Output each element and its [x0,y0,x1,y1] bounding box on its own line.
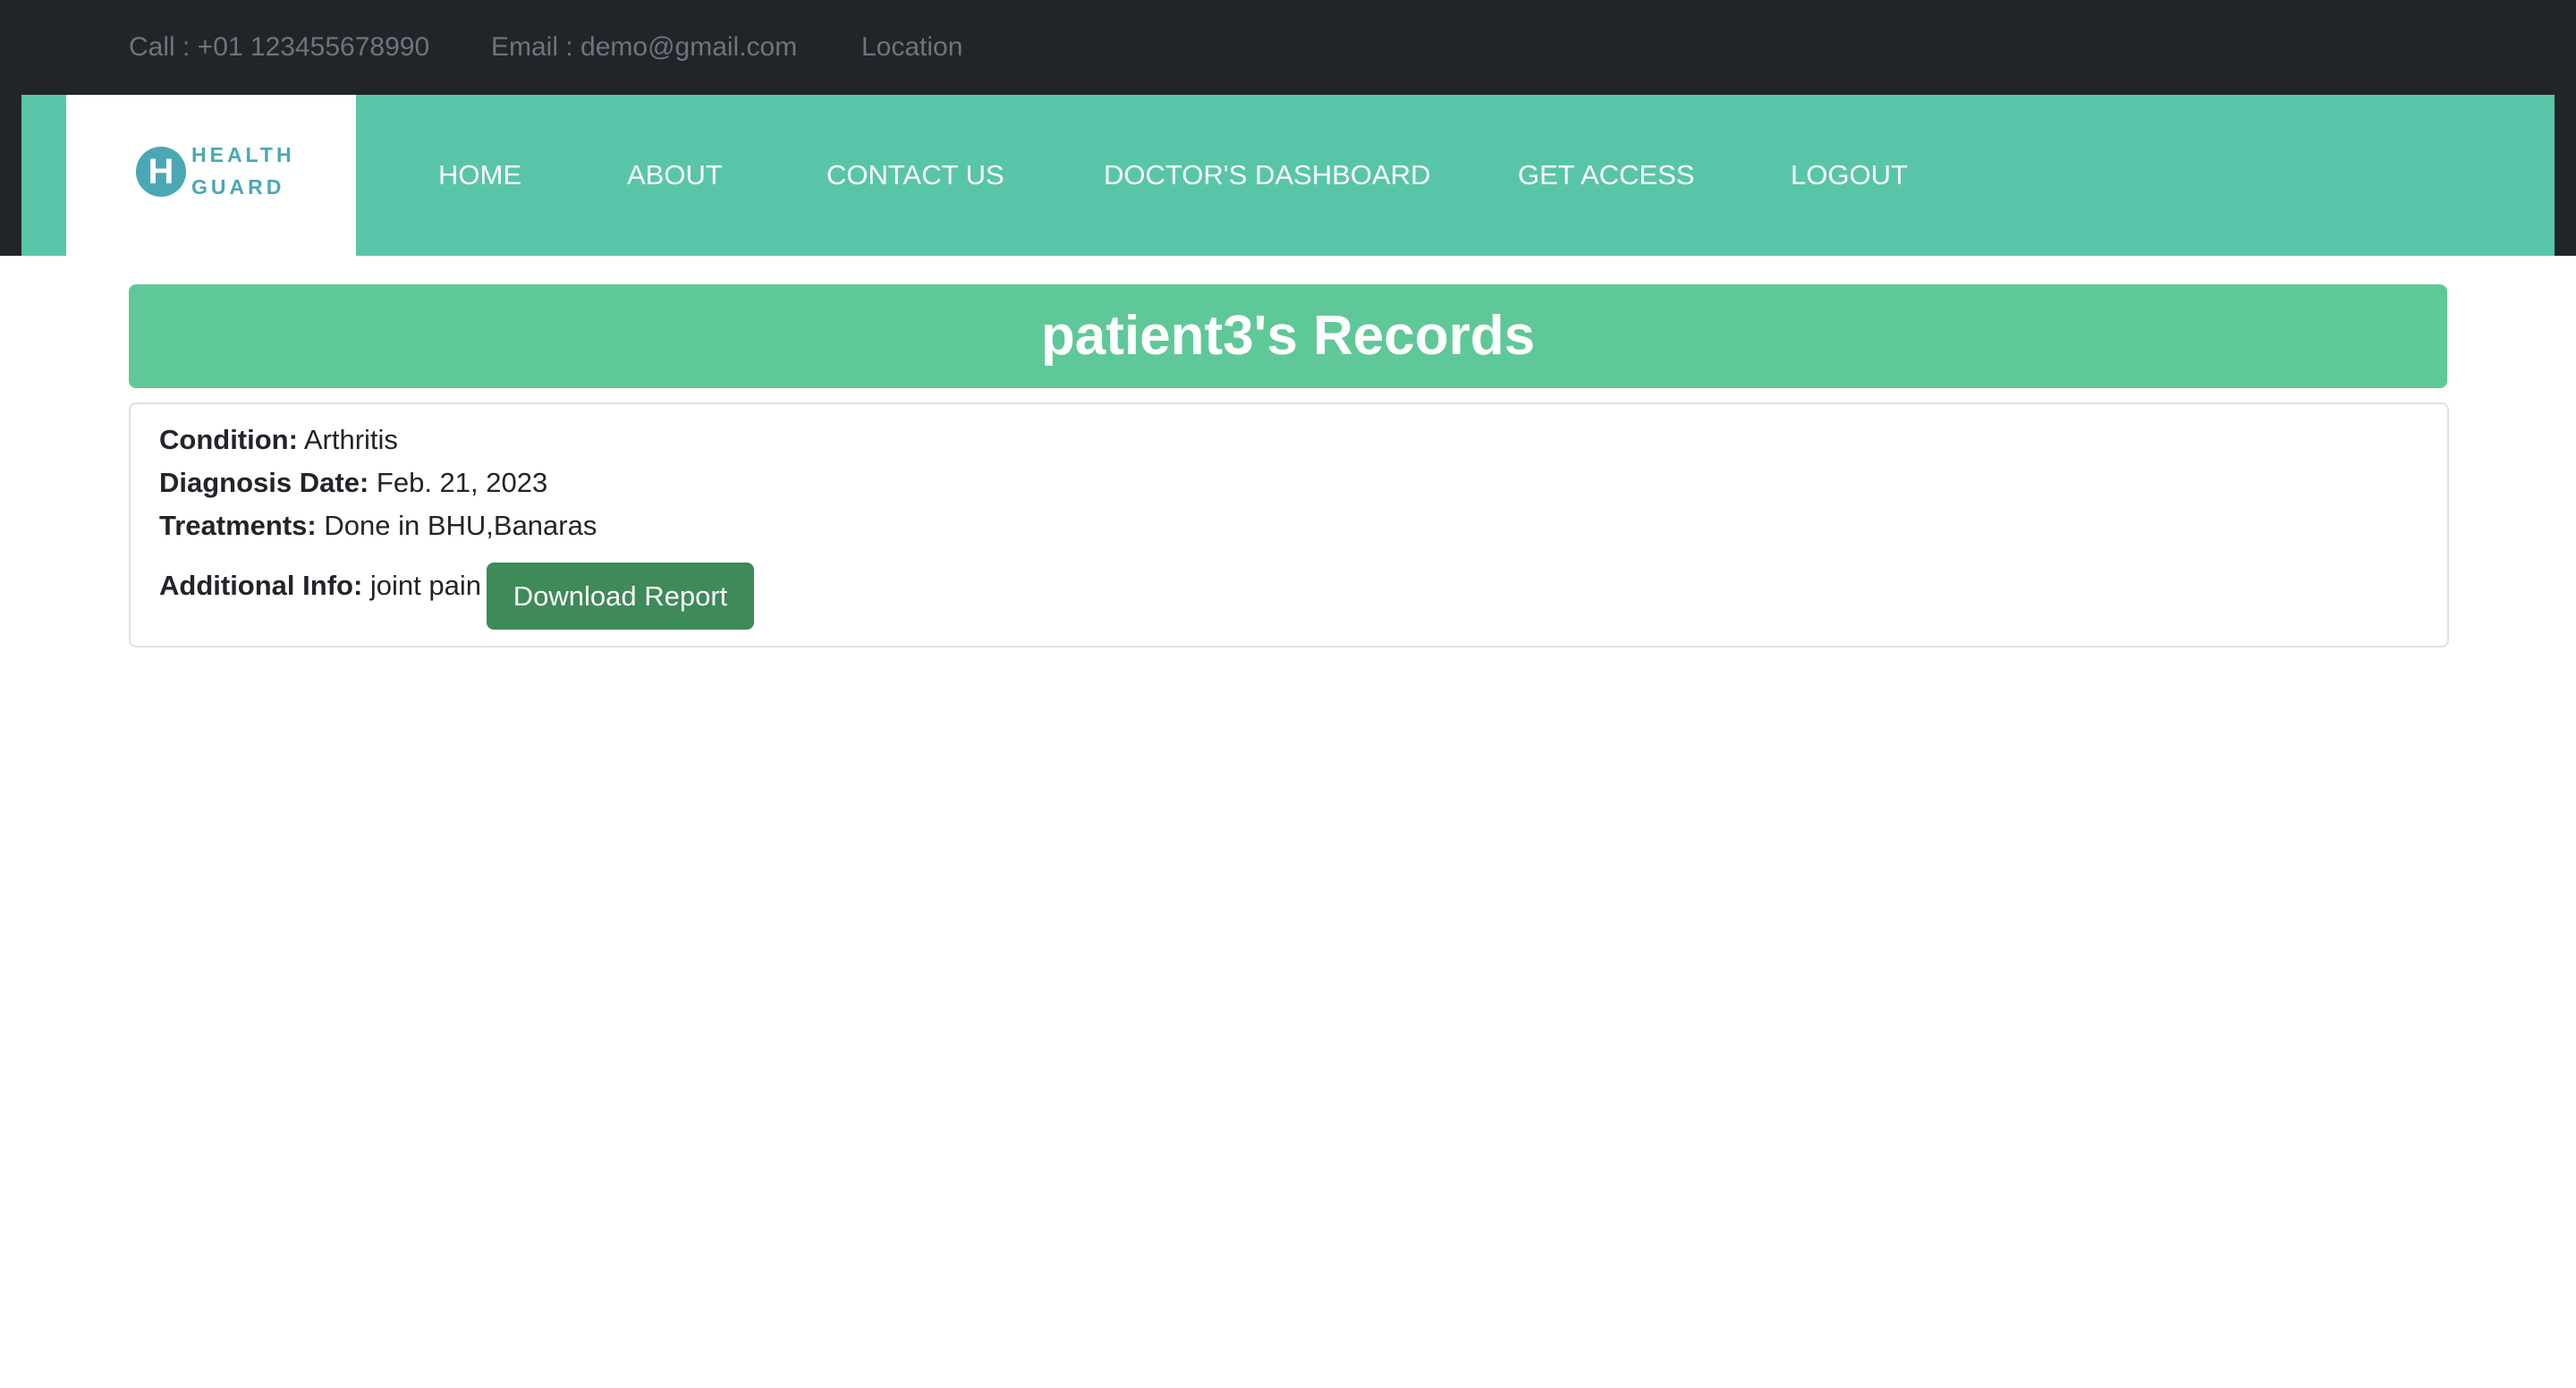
additional-info-row: Additional Info: joint pain [159,570,481,602]
additional-info-label: Additional Info: [159,570,363,601]
diagnosis-date-row: Diagnosis Date: Feb. 21, 2023 [159,467,547,499]
logo-text-health: HEALTH [191,143,295,166]
condition-value: Arthritis [303,424,398,455]
contact-location: Location [861,32,963,62]
contact-phone: Call : +01 123455678990 [129,32,430,62]
nav-get-access[interactable]: GET ACCESS [1518,95,1695,256]
page-title: patient3's Records [129,284,2447,388]
condition-row: Condition: Arthritis [159,424,398,456]
nav-logout[interactable]: LOGOUT [1791,95,1908,256]
download-report-button[interactable]: Download Report [487,563,754,630]
nav-doctors-dashboard[interactable]: DOCTOR'S DASHBOARD [1104,95,1430,256]
contact-email: Email : demo@gmail.com [491,32,798,62]
logo-text-guard: GUARD [191,175,285,199]
nav-right-edge [2555,95,2576,256]
logo-icon: H [136,147,186,197]
nav-contact-us[interactable]: CONTACT US [826,95,1004,256]
treatments-row: Treatments: Done in BHU,Banaras [159,510,597,542]
nav-about[interactable]: ABOUT [627,95,723,256]
nav-home[interactable]: HOME [438,95,521,256]
treatments-label: Treatments: [159,510,317,541]
nav-left-edge [0,95,21,256]
diagnosis-date-value: Feb. 21, 2023 [376,467,548,498]
condition-label: Condition: [159,424,298,455]
treatments-value: Done in BHU,Banaras [324,510,597,541]
diagnosis-date-label: Diagnosis Date: [159,467,369,498]
additional-info-value: joint pain [369,570,481,601]
